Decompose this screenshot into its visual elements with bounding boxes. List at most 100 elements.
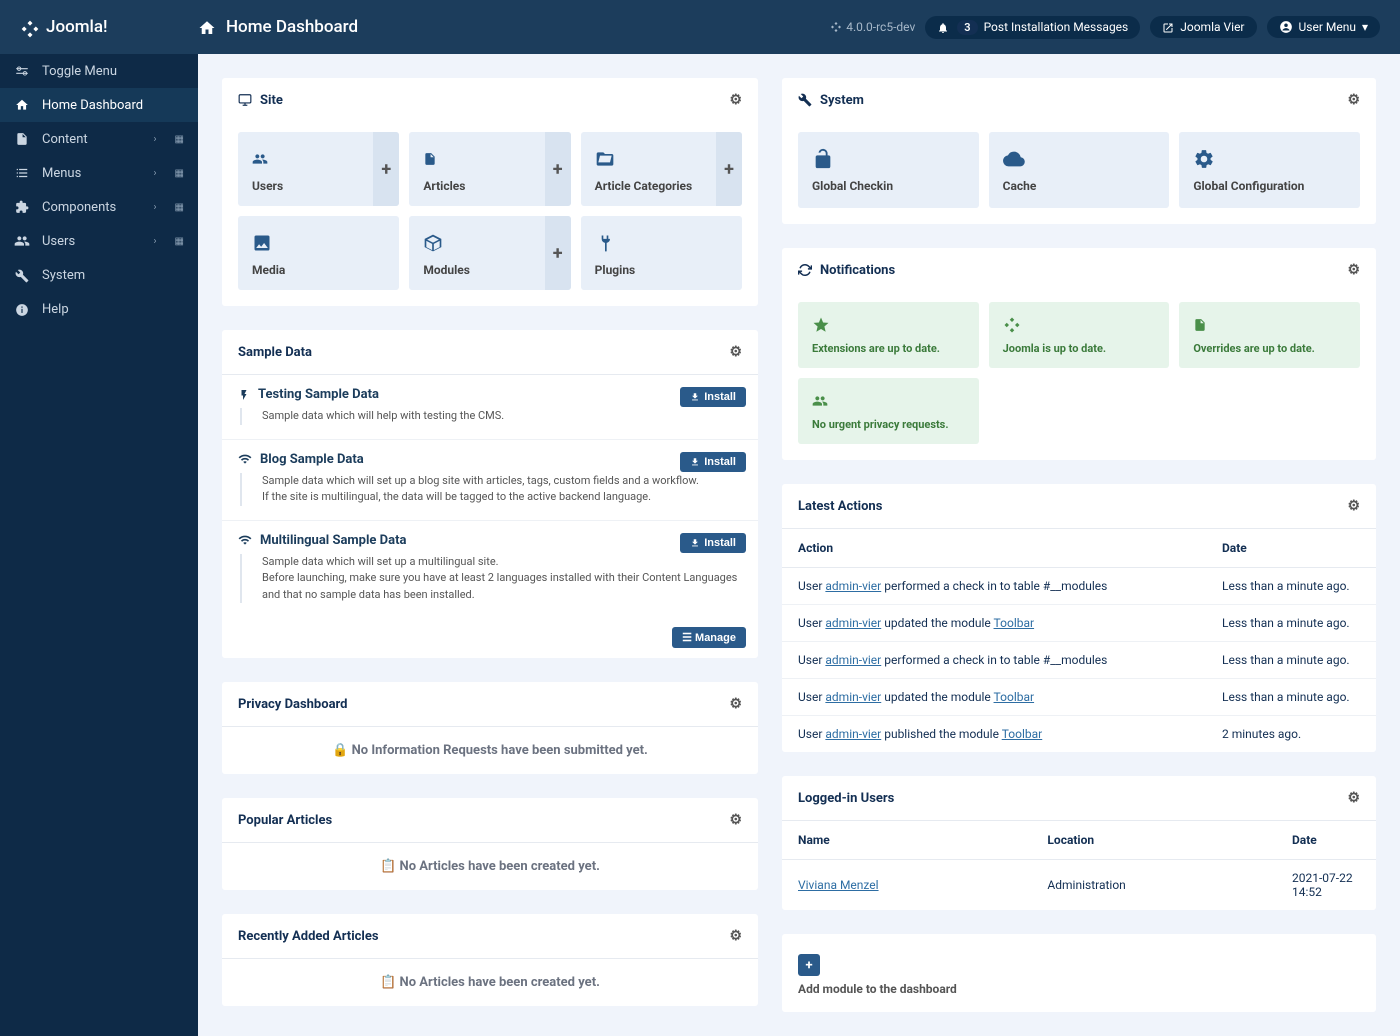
quickicon-modules[interactable]: Modules + (409, 216, 570, 290)
user-link[interactable]: admin-vier (825, 616, 881, 630)
notification-item: Extensions are up to date. (798, 302, 979, 368)
logged-in-title: Logged-in Users (798, 791, 894, 806)
dashboard-grid-icon[interactable]: ▦ (175, 202, 184, 213)
sidebar-item-content[interactable]: Content›▦ (0, 122, 198, 156)
users-icon (14, 233, 30, 249)
plus-icon: + (798, 954, 820, 976)
table-row: User admin-vier performed a check in to … (782, 642, 1376, 679)
gear-icon[interactable]: ⚙ (729, 92, 742, 108)
quickicon-label: Global Checkin (812, 179, 893, 193)
privacy-title: Privacy Dashboard (238, 697, 348, 712)
quickicon-article-categories[interactable]: Article Categories+ (581, 132, 742, 206)
user-link[interactable]: admin-vier (825, 690, 881, 704)
plus-icon[interactable]: + (545, 132, 571, 206)
sidebar: Toggle Menu Home DashboardContent›▦Menus… (0, 54, 198, 1036)
notification-item: Joomla is up to date. (989, 302, 1170, 368)
monitor-icon (238, 93, 252, 108)
install-button[interactable]: Install (680, 533, 746, 553)
plus-icon[interactable]: + (373, 132, 399, 206)
sidebar-item-home-dashboard[interactable]: Home Dashboard (0, 88, 198, 122)
star-icon (812, 314, 965, 335)
gear-icon[interactable]: ⚙ (729, 812, 742, 828)
page-title: Home Dashboard (198, 17, 358, 37)
module-link[interactable]: Toolbar (994, 616, 1035, 630)
chevron-right-icon: › (154, 168, 157, 179)
file-icon (1193, 314, 1346, 335)
gear-icon[interactable]: ⚙ (1347, 498, 1360, 514)
sidebar-item-users[interactable]: Users›▦ (0, 224, 198, 258)
location-column-header: Location (1031, 821, 1276, 860)
gear-icon[interactable]: ⚙ (729, 696, 742, 712)
add-module-card[interactable]: + Add module to the dashboard (782, 934, 1376, 1012)
quickicon-global-configuration[interactable]: Global Configuration (1179, 132, 1360, 208)
site-link-button[interactable]: Joomla Vier (1150, 16, 1256, 38)
users-icon (812, 390, 965, 411)
popular-articles-card: Popular Articles ⚙ 📋 No Articles have be… (222, 798, 758, 890)
plus-icon[interactable]: + (545, 216, 571, 290)
user-icon (1279, 20, 1293, 35)
sidebar-item-system[interactable]: System (0, 258, 198, 292)
dashboard-grid-icon[interactable]: ▦ (175, 236, 184, 247)
post-install-messages-button[interactable]: 3 Post Installation Messages (925, 16, 1140, 39)
user-link[interactable]: admin-vier (825, 727, 881, 741)
date-cell: Less than a minute ago. (1206, 568, 1376, 605)
page-title-text: Home Dashboard (226, 17, 358, 37)
cog-icon (1193, 146, 1346, 171)
puzzle-icon (14, 199, 30, 215)
quickicon-users[interactable]: Users + (238, 132, 399, 206)
notification-item: No urgent privacy requests. (798, 378, 979, 444)
date-cell: Less than a minute ago. (1206, 605, 1376, 642)
file-icon (423, 146, 556, 171)
sidebar-item-label: Menus (42, 166, 81, 181)
gear-icon[interactable]: ⚙ (729, 928, 742, 944)
quickicon-plugins[interactable]: Plugins (581, 216, 742, 290)
quickicon-cache[interactable]: Cache (989, 132, 1170, 208)
gear-icon[interactable]: ⚙ (1347, 92, 1360, 108)
action-cell: User admin-vier updated the module Toolb… (782, 679, 1206, 716)
quickicon-label: Modules (423, 263, 470, 277)
user-menu-button[interactable]: User Menu ▾ (1267, 16, 1381, 39)
location-cell: Administration (1031, 860, 1276, 911)
logo[interactable]: Joomla! (20, 15, 198, 39)
manage-button[interactable]: ☰ Manage (672, 627, 746, 648)
bolt-icon (238, 387, 250, 402)
sidebar-item-menus[interactable]: Menus › ▦ (0, 156, 198, 190)
plus-icon[interactable]: + (716, 132, 742, 206)
quickicon-global-checkin[interactable]: Global Checkin (798, 132, 979, 208)
date-cell: 2 minutes ago. (1206, 716, 1376, 753)
refresh-icon (798, 263, 812, 278)
gear-icon[interactable]: ⚙ (1347, 790, 1360, 806)
quickicon-articles[interactable]: Articles+ (409, 132, 570, 206)
install-button[interactable]: Install (680, 387, 746, 407)
install-button[interactable]: Install (680, 452, 746, 472)
toggle-menu-label: Toggle Menu (42, 64, 117, 79)
date-cell: Less than a minute ago. (1206, 679, 1376, 716)
quickicon-label: Cache (1003, 179, 1037, 193)
sample-data-card: Sample Data ⚙ InstallTesting Sample Data… (222, 330, 758, 658)
table-row: User admin-vier updated the module Toolb… (782, 605, 1376, 642)
logged-in-users-card: Logged-in Users ⚙ Name Location Date Viv… (782, 776, 1376, 910)
sample-data-item: InstallTesting Sample DataSample data wh… (222, 375, 758, 440)
gear-icon[interactable]: ⚙ (729, 344, 742, 360)
toggle-menu-button[interactable]: Toggle Menu (0, 54, 198, 88)
module-link[interactable]: Toolbar (1002, 727, 1043, 741)
module-link[interactable]: Toolbar (994, 690, 1035, 704)
main-content: Site ⚙ Users+Articles+Article Categories… (198, 54, 1400, 1036)
user-link[interactable]: Viviana Menzel (798, 878, 879, 892)
dashboard-grid-icon[interactable]: ▦ (175, 134, 184, 145)
popular-title: Popular Articles (238, 813, 332, 828)
gear-icon[interactable]: ⚙ (1347, 262, 1360, 278)
info-icon (14, 301, 30, 317)
sidebar-item-label: System (42, 268, 85, 283)
user-link[interactable]: admin-vier (825, 653, 881, 667)
sidebar-item-components[interactable]: Components›▦ (0, 190, 198, 224)
notification-label: Overrides are up to date. (1193, 342, 1315, 355)
dashboard-grid-icon[interactable]: ▦ (175, 168, 184, 179)
quickicon-media[interactable]: Media (238, 216, 399, 290)
quickicon-label: Users (252, 179, 283, 193)
user-link[interactable]: admin-vier (825, 579, 881, 593)
latest-actions-card: Latest Actions ⚙ Action Date User admin-… (782, 484, 1376, 752)
header-right: 4.0.0-rc5-dev 3 Post Installation Messag… (830, 16, 1380, 39)
sidebar-item-help[interactable]: Help (0, 292, 198, 326)
recent-title: Recently Added Articles (238, 929, 379, 944)
